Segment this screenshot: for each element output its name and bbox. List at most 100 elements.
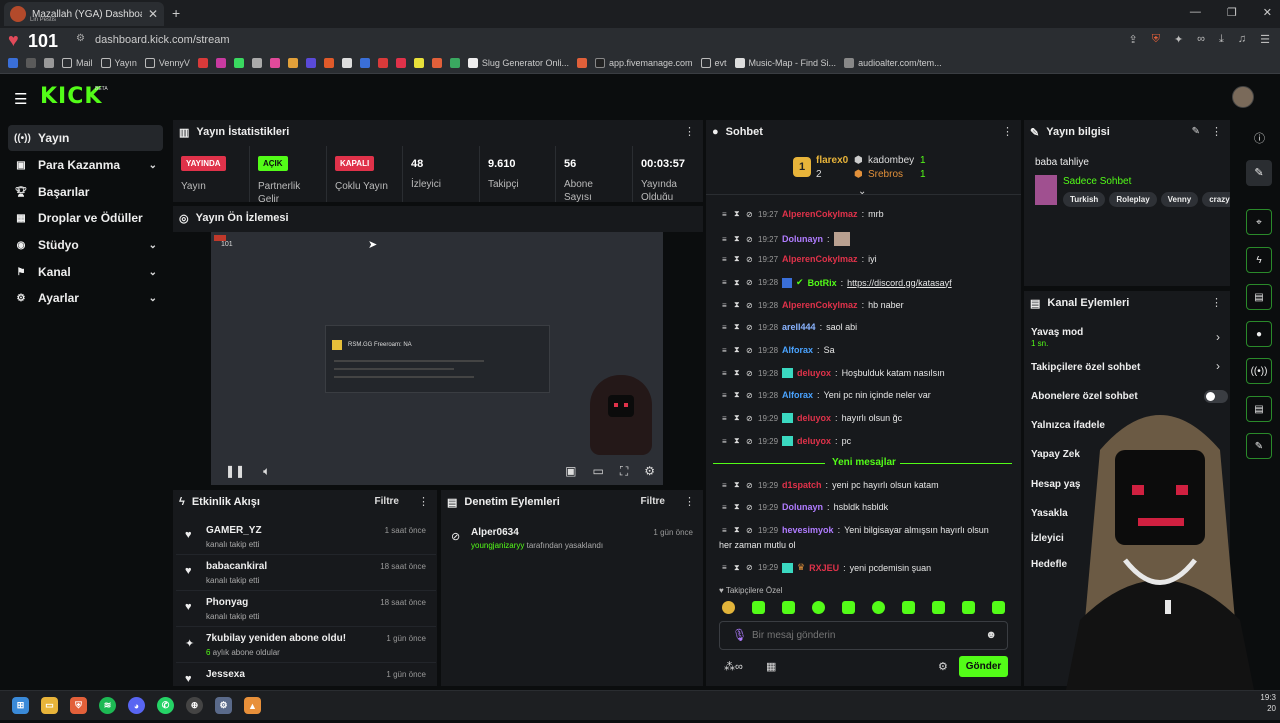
bookmark-icon[interactable] — [413, 57, 424, 68]
bookmark-icon[interactable] — [215, 57, 226, 68]
message-user[interactable]: Dolunayn — [782, 234, 823, 244]
windows-start-icon[interactable]: ⊞ — [12, 697, 29, 714]
message-user[interactable]: AlperenCokylmaz — [782, 254, 858, 264]
tag-roleplay[interactable]: Roleplay — [1109, 192, 1157, 207]
bookmark-audioalter[interactable]: audioalter.com/tem... — [844, 57, 942, 68]
download-icon[interactable]: ⤓ — [1219, 33, 1224, 46]
url-field[interactable]: dashboard.kick.com/stream — [95, 34, 230, 46]
tag-venny[interactable]: Venny — [1160, 192, 1199, 207]
theater-icon[interactable]: ▭ — [592, 464, 603, 479]
timeout-icon[interactable]: ⧗ — [734, 322, 742, 332]
emote-icon[interactable] — [902, 601, 915, 614]
browser-tab[interactable]: Mazallah (YGA) Dashboard Lin Pestis ✕ — [4, 2, 164, 26]
timeout-icon[interactable]: ⧗ — [734, 436, 742, 446]
timeout-icon[interactable]: ⧗ — [734, 563, 742, 573]
message-user[interactable]: d1spatch — [782, 480, 822, 490]
pin-icon[interactable]: ≡ — [722, 526, 730, 535]
pin-icon[interactable]: ≡ — [722, 481, 730, 490]
maximize-icon[interactable]: ❐ — [1227, 6, 1237, 19]
bookmark-icon[interactable] — [233, 57, 244, 68]
chevron-down-icon[interactable]: ⌄ — [858, 186, 866, 197]
ban-icon[interactable]: ⊘ — [746, 437, 754, 446]
timeout-icon[interactable]: ⧗ — [734, 525, 742, 535]
app-icon[interactable]: ⊕ — [186, 697, 203, 714]
xbox-icon[interactable] — [449, 57, 460, 68]
whatsapp-icon[interactable]: ✆ — [157, 697, 174, 714]
message-link[interactable]: https://discord.gg/katasayf — [847, 278, 952, 288]
timeout-icon[interactable]: ⧗ — [734, 502, 742, 512]
sidebar-item-basarilar[interactable]: 🏆︎ Başarılar — [8, 179, 163, 205]
pin-icon[interactable]: ≡ — [722, 437, 730, 446]
moderation-user[interactable]: Alper0634 — [471, 527, 519, 538]
message-user[interactable]: RXJEU — [809, 563, 839, 573]
tag-turkish[interactable]: Turkish — [1063, 192, 1106, 207]
leader-name[interactable]: flarex0 — [816, 155, 848, 166]
ban-icon[interactable]: ⊘ — [746, 301, 754, 310]
pause-icon[interactable]: ❚❚ — [225, 464, 245, 479]
ban-icon[interactable]: ⊘ — [746, 391, 754, 400]
chat-bubble-icon[interactable]: ● — [1246, 321, 1272, 347]
microphone-icon[interactable]: 🎙︎ — [732, 628, 747, 642]
message-user[interactable]: Dolunayn — [782, 502, 823, 512]
ban-icon[interactable]: ⊘ — [746, 414, 754, 423]
pin-icon[interactable]: ≡ — [722, 503, 730, 512]
file-explorer-icon[interactable]: ▭ — [41, 697, 58, 714]
more-options-icon[interactable]: ⋮ — [1002, 125, 1013, 138]
ban-icon[interactable]: ⊘ — [746, 526, 754, 535]
sidebar-item-para-kazanma[interactable]: ▣ Para Kazanma ⌄ — [8, 152, 163, 178]
sidebar-item-droplar[interactable]: ▦ Droplar ve Ödüller — [8, 205, 163, 231]
bookmark-fivemanage[interactable]: app.fivemanage.com — [594, 57, 693, 68]
send-button[interactable]: Gönder — [959, 656, 1008, 677]
bookmark-icon[interactable] — [8, 57, 18, 68]
chevron-right-icon[interactable]: › — [1216, 359, 1220, 373]
document-icon[interactable]: ▤ — [1246, 284, 1272, 310]
message-user[interactable]: arell444 — [782, 322, 816, 332]
pin-icon[interactable]: ≡ — [722, 369, 730, 378]
message-user[interactable]: AlperenCokylmaz — [782, 300, 858, 310]
emote-icon[interactable] — [812, 601, 825, 614]
edit-icon[interactable]: ✎ — [1192, 126, 1200, 137]
pin-icon[interactable]: ≡ — [722, 278, 730, 287]
discord-icon[interactable]: ◕ — [128, 697, 145, 714]
hamburger-menu-icon[interactable]: ☰ — [14, 90, 27, 108]
pin-icon[interactable]: ≡ — [722, 323, 730, 332]
category-thumbnail[interactable] — [1035, 175, 1057, 205]
timeout-icon[interactable]: ⧗ — [734, 234, 742, 244]
chat-settings-icon[interactable]: ⚙ — [938, 660, 948, 673]
sidebar-item-yayin[interactable]: ((•)) Yayın — [8, 125, 163, 151]
chevron-right-icon[interactable]: › — [1216, 330, 1220, 344]
action-slow-mode[interactable]: Yavaş mod — [1031, 327, 1083, 338]
link-icon[interactable]: ∞ — [1197, 33, 1205, 46]
pin-icon[interactable]: ≡ — [722, 414, 730, 423]
bookmark-icon[interactable] — [197, 57, 208, 68]
message-user[interactable]: hevesimyok — [782, 525, 834, 535]
leader-name[interactable]: kadombey — [868, 155, 914, 166]
emote-icon[interactable] — [932, 601, 945, 614]
timeout-icon[interactable]: ⧗ — [734, 300, 742, 310]
pin-icon[interactable]: ≡ — [722, 235, 730, 244]
message-user[interactable]: BotRix — [808, 278, 837, 288]
timeout-icon[interactable]: ⧗ — [734, 278, 742, 288]
action-followers-chat[interactable]: Takipçilere özel sohbet — [1031, 362, 1140, 373]
emote-icon[interactable] — [992, 601, 1005, 614]
pin-icon[interactable]: ≡ — [722, 391, 730, 400]
filter-button[interactable]: Filtre — [375, 496, 399, 507]
bookmark-icon[interactable] — [305, 57, 316, 68]
emoji-icon[interactable]: ☻ — [985, 629, 997, 641]
bookmark-vennyv[interactable]: VennyV — [144, 57, 190, 68]
bookmark-yayin[interactable]: Yayın — [100, 57, 137, 68]
bookmark-icon[interactable] — [251, 57, 262, 68]
chat-input-box[interactable]: 🎙︎ ☻ — [719, 621, 1008, 650]
emote-icon[interactable] — [752, 601, 765, 614]
message-user[interactable]: Alforax — [782, 345, 813, 355]
bookmark-icon[interactable] — [359, 57, 370, 68]
chat-input[interactable] — [752, 627, 972, 644]
bookmark-mail[interactable]: Mail — [62, 57, 93, 68]
bookmark-icon[interactable] — [287, 57, 298, 68]
sidebar-item-ayarlar[interactable]: ⚙ Ayarlar ⌄ — [8, 285, 163, 311]
minimize-icon[interactable]: — — [1190, 6, 1201, 19]
pin-icon[interactable]: ≡ — [722, 563, 730, 572]
music-icon[interactable]: ♫ — [1238, 33, 1246, 46]
filter-button[interactable]: Filtre — [641, 496, 665, 507]
new-tab-button[interactable]: + — [172, 5, 180, 21]
